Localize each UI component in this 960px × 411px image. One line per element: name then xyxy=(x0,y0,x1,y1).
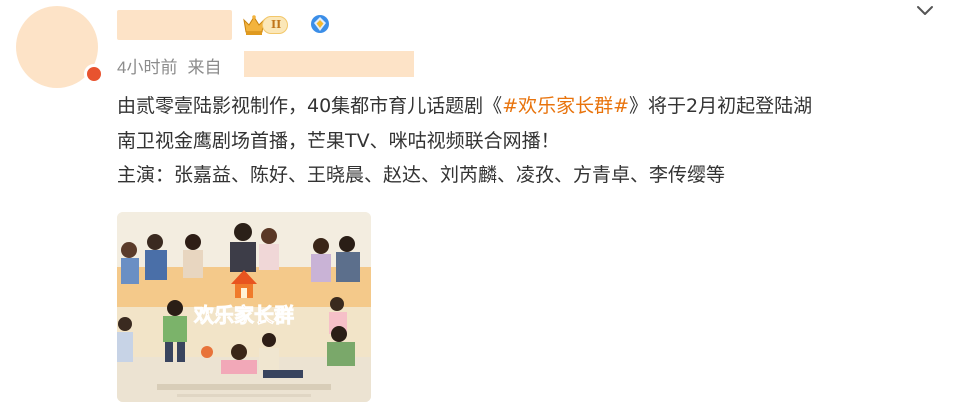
content-line-1: 由贰零壹陆影视制作，40集都市育儿话题剧《#欢乐家长群#》将于2月初起登陆湖 xyxy=(117,95,813,117)
content-line-2: 南卫视金鹰剧场首播，芒果TV、咪咕视频联合网播！ xyxy=(117,129,560,152)
post-time[interactable]: 4小时前 xyxy=(117,53,177,78)
post-image[interactable]: 欢乐家长群 xyxy=(117,212,371,402)
drama-poster: 欢乐家长群 xyxy=(117,212,371,402)
source-redacted[interactable] xyxy=(244,51,414,77)
post-meta: 4小时前 来自 xyxy=(117,52,221,78)
poster-title: 欢乐家长群 xyxy=(193,303,294,327)
chevron-down-icon[interactable] xyxy=(914,0,936,22)
vip-badge[interactable]: II xyxy=(242,14,292,36)
avatar-badge-icon xyxy=(84,64,104,84)
vip-level-label: II xyxy=(262,16,289,34)
source-prefix: 来自 xyxy=(187,57,222,77)
weibo-post: II 4小时前 来自 由贰零壹陆影视制作，40集都市育儿话题剧《#欢乐家长群#》… xyxy=(0,0,960,411)
verified-badge-icon[interactable] xyxy=(310,14,330,34)
username-redacted[interactable] xyxy=(117,10,232,40)
post-content: 由贰零壹陆影视制作，40集都市育儿话题剧《#欢乐家长群#》将于2月初起登陆湖 南… xyxy=(117,89,937,193)
content-line-3: 主演：张嘉益、陈好、王晓晨、赵达、刘芮麟、凌孜、方青卓、李传缨等 xyxy=(117,164,726,186)
topic-link[interactable]: #欢乐家长群# xyxy=(502,95,629,117)
